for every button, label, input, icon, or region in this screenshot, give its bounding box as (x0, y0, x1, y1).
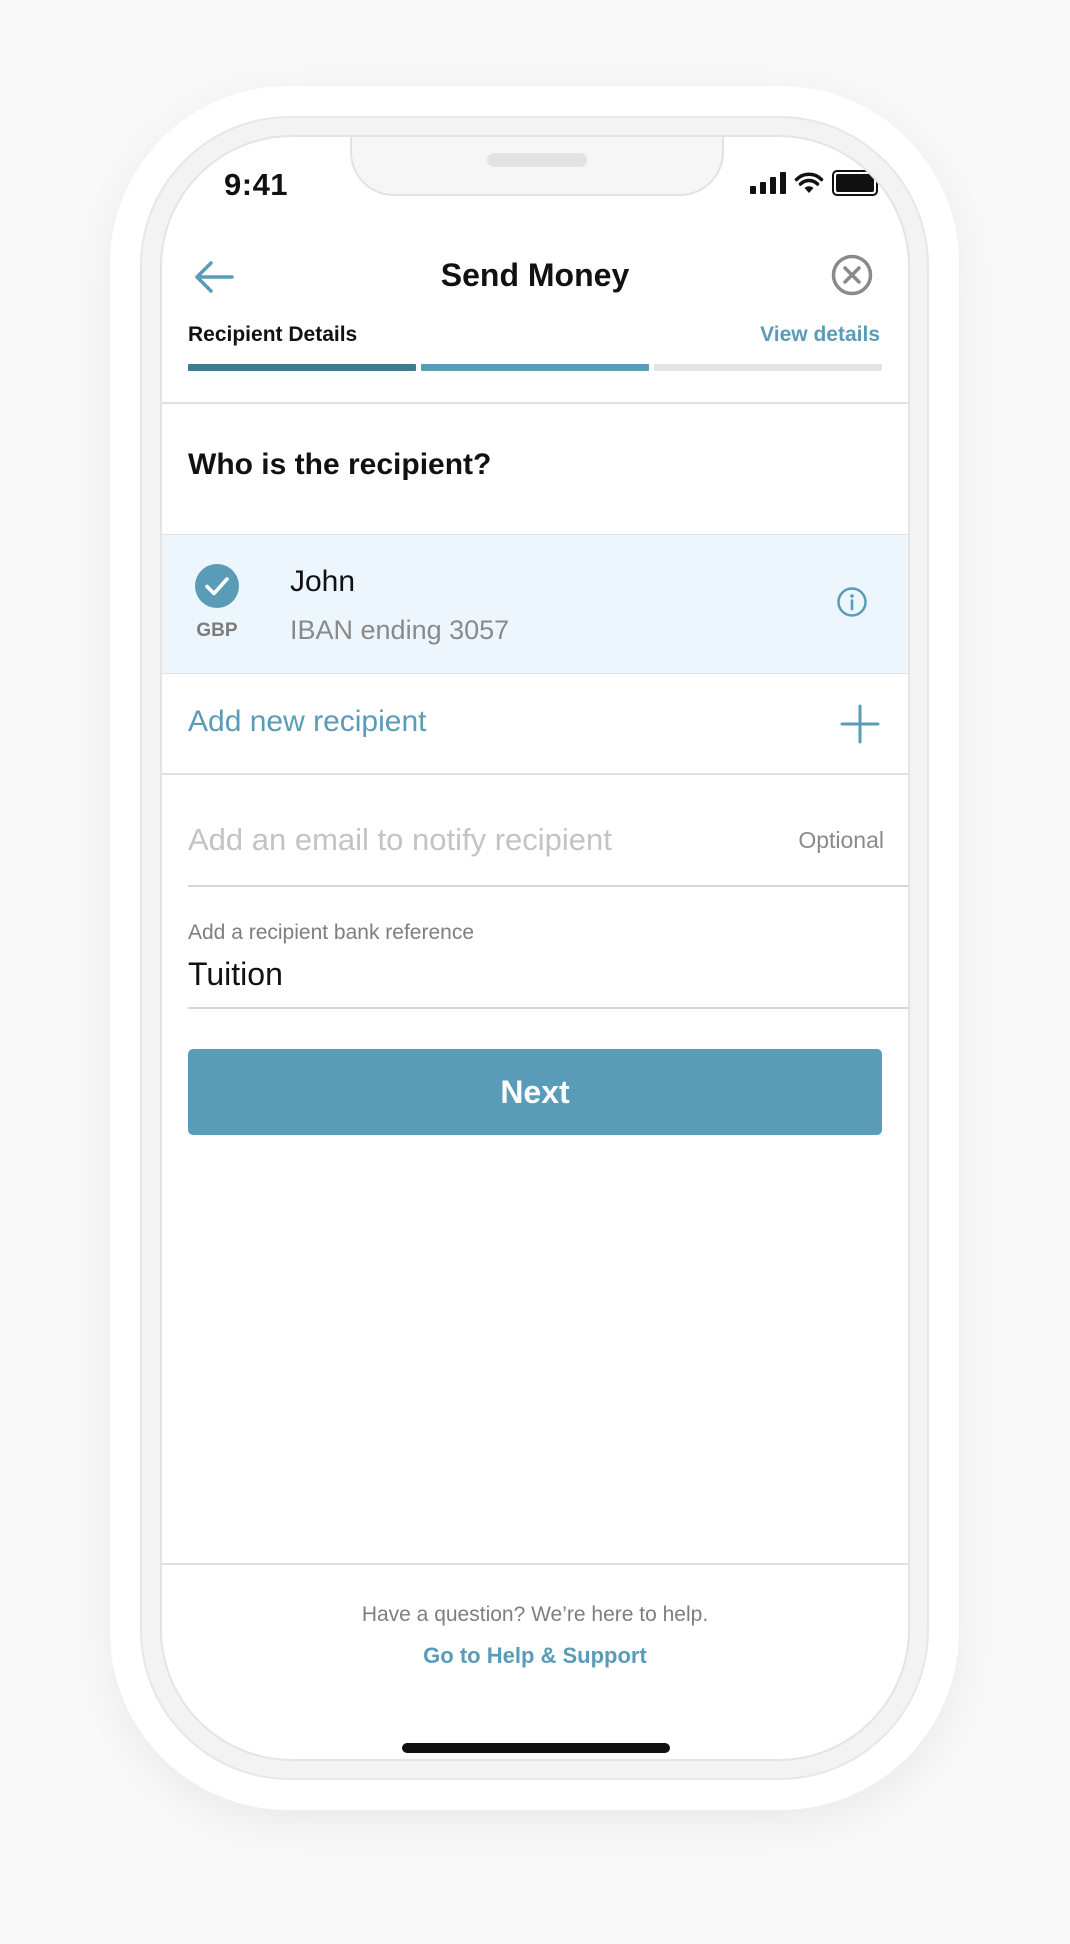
add-new-recipient-label: Add new recipient (188, 705, 427, 738)
nav-bar: Send Money (162, 237, 908, 317)
home-indicator (402, 1743, 670, 1753)
section-question: Who is the recipient? (188, 448, 492, 481)
phone-notch (350, 137, 724, 196)
close-circle-icon (831, 254, 873, 296)
optional-hint: Optional (798, 827, 884, 853)
divider (162, 1563, 908, 1565)
selected-check (195, 564, 239, 608)
progress-segment-3 (654, 364, 882, 371)
speaker-grille (487, 153, 587, 167)
progress-segment-2 (421, 364, 649, 371)
bank-reference-field: Add a recipient bank reference (188, 921, 908, 1009)
step-progress-bar (188, 364, 882, 371)
close-button[interactable] (830, 253, 874, 297)
recipient-item-john[interactable]: GBP John IBAN ending 3057 (162, 534, 908, 674)
divider (162, 402, 908, 404)
checkmark-icon (205, 577, 229, 596)
battery-icon (832, 170, 882, 196)
next-button[interactable]: Next (188, 1049, 882, 1135)
help-text: Have a question? We’re here to help. (361, 1603, 709, 1626)
progress-segment-1 (188, 364, 416, 371)
add-new-recipient-button[interactable]: Add new recipient (162, 673, 908, 773)
bank-reference-label: Add a recipient bank reference (188, 921, 475, 944)
divider (162, 773, 908, 775)
status-icons (750, 169, 882, 197)
recipient-name: John (290, 565, 356, 598)
view-details-link[interactable]: View details (760, 323, 880, 347)
page-title: Send Money (440, 257, 630, 293)
status-time: 9:41 (224, 167, 289, 202)
recipient-currency: GBP (196, 620, 238, 641)
recipient-info-button[interactable] (836, 586, 868, 618)
step-label: Recipient Details (188, 323, 358, 346)
help-support-link[interactable]: Go to Help & Support (162, 1643, 908, 1669)
info-icon (837, 587, 867, 617)
cellular-signal-icon (750, 172, 786, 194)
plus-icon (840, 704, 880, 744)
email-input[interactable] (188, 817, 748, 863)
recipient-account: IBAN ending 3057 (290, 615, 510, 645)
email-field: Optional (188, 817, 908, 887)
wifi-icon (794, 172, 824, 193)
app-screen: 9:41 Send Money Recipient Details View d… (160, 135, 910, 1761)
bank-reference-input[interactable] (188, 951, 888, 997)
